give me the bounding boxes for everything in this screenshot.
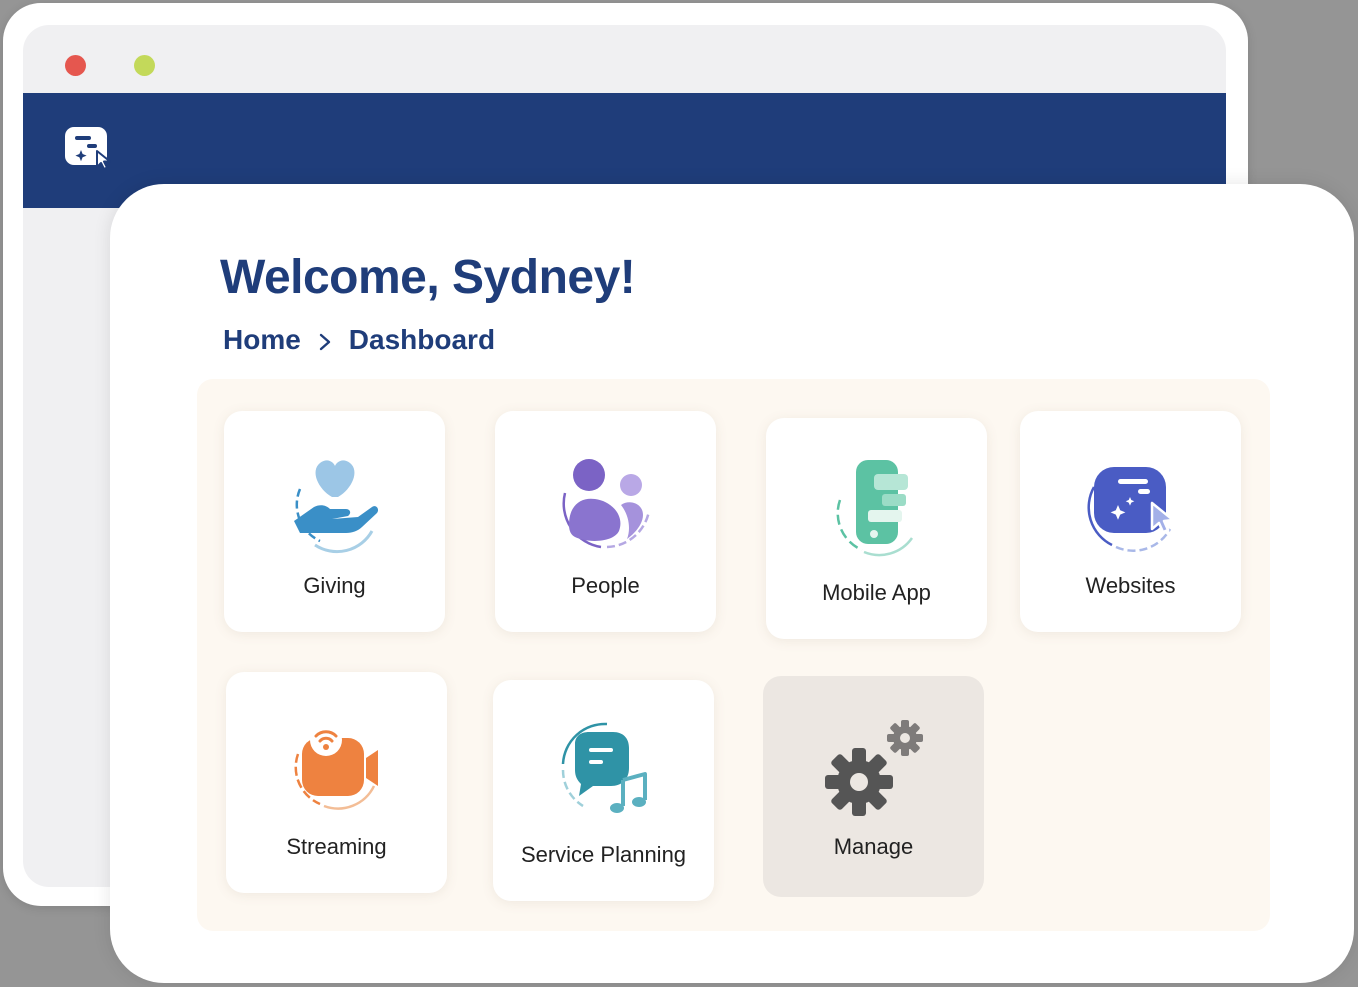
breadcrumb-home-link[interactable]: Home — [223, 324, 301, 356]
tile-streaming[interactable]: Streaming — [226, 672, 447, 893]
heart-hand-icon — [280, 449, 390, 559]
tile-websites[interactable]: Websites — [1020, 411, 1241, 632]
dashboard-card: Welcome, Sydney! Home Dashboard Giving P… — [110, 184, 1354, 983]
tile-label: Giving — [303, 573, 366, 598]
video-camera-icon — [282, 710, 392, 820]
website-cursor-icon — [1076, 449, 1186, 559]
tile-people[interactable]: People — [495, 411, 716, 632]
tile-giving[interactable]: Giving — [224, 411, 445, 632]
gears-icon — [819, 714, 929, 824]
breadcrumb: Home Dashboard — [223, 324, 495, 356]
tile-label: Service Planning — [520, 842, 687, 867]
chat-music-icon — [549, 718, 659, 828]
minimize-window-button[interactable] — [134, 55, 155, 76]
close-window-button[interactable] — [65, 55, 86, 76]
tile-label: Websites — [1085, 573, 1176, 598]
tile-label: Mobile App — [822, 580, 931, 605]
mobile-app-icon — [822, 456, 932, 566]
tile-label: Manage — [833, 834, 914, 859]
people-icon — [551, 449, 661, 559]
tile-manage[interactable]: Manage — [763, 676, 984, 897]
breadcrumb-current: Dashboard — [348, 324, 496, 355]
sparkle-cursor-logo-icon[interactable] — [63, 125, 117, 171]
tile-label: People — [571, 573, 640, 598]
chevron-right-icon — [301, 324, 349, 356]
tile-mobile-app[interactable]: Mobile App — [766, 418, 987, 639]
tile-label: Streaming — [286, 834, 387, 859]
tile-service-planning[interactable]: Service Planning — [493, 680, 714, 901]
app-tiles-grid: Giving People Mobile App Websites Stream… — [197, 379, 1270, 931]
page-title: Welcome, Sydney! — [220, 251, 636, 304]
